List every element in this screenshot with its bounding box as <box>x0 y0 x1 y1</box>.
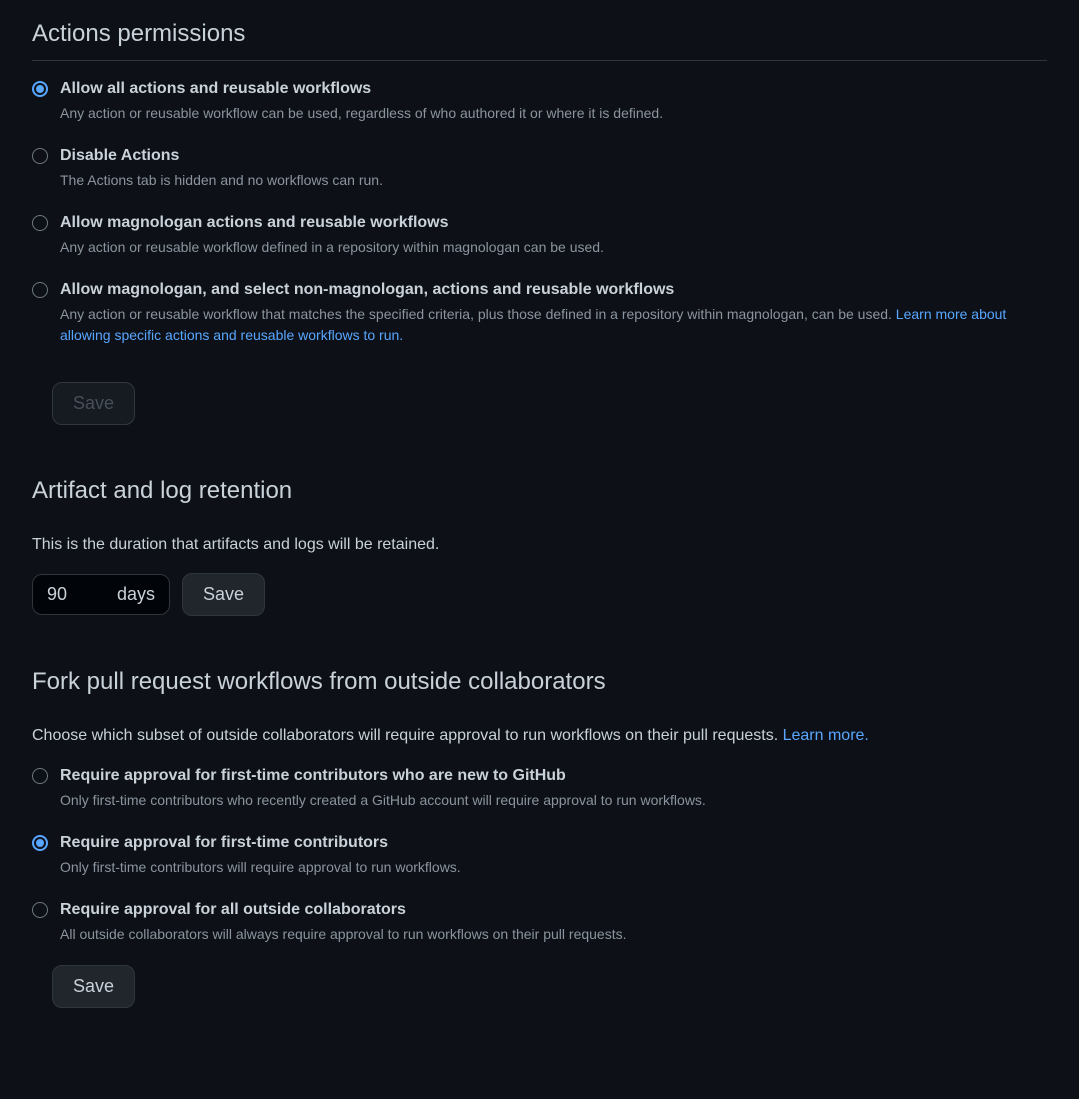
radio-desc: Any action or reusable workflow can be u… <box>60 103 1047 124</box>
fork-pr-radio-group: Require approval for first-time contribu… <box>32 764 1047 945</box>
radio-first-time-new[interactable]: Require approval for first-time contribu… <box>32 764 1047 811</box>
radio-disable-actions[interactable]: Disable Actions The Actions tab is hidde… <box>32 144 1047 191</box>
fork-pr-desc: Choose which subset of outside collabora… <box>32 724 1047 748</box>
retention-days-input[interactable] <box>47 584 87 605</box>
retention-title: Artifact and log retention <box>32 473 1047 517</box>
radio-label: Require approval for all outside collabo… <box>60 898 1047 922</box>
radio-label: Disable Actions <box>60 144 1047 168</box>
radio-input[interactable] <box>32 81 48 97</box>
save-button[interactable]: Save <box>52 965 135 1008</box>
radio-desc: All outside collaborators will always re… <box>60 924 1047 945</box>
radio-allow-all[interactable]: Allow all actions and reusable workflows… <box>32 77 1047 124</box>
radio-input[interactable] <box>32 282 48 298</box>
radio-label: Allow magnologan actions and reusable wo… <box>60 211 1047 235</box>
radio-input[interactable] <box>32 768 48 784</box>
radio-allow-org[interactable]: Allow magnologan actions and reusable wo… <box>32 211 1047 258</box>
fork-pr-title: Fork pull request workflows from outside… <box>32 664 1047 708</box>
radio-label: Allow all actions and reusable workflows <box>60 77 1047 101</box>
retention-input-wrapper: days <box>32 574 170 615</box>
retention-input-row: days Save <box>32 573 1047 616</box>
radio-input[interactable] <box>32 148 48 164</box>
radio-desc: Only first-time contributors who recentl… <box>60 790 1047 811</box>
radio-input[interactable] <box>32 835 48 851</box>
radio-desc: Any action or reusable workflow that mat… <box>60 304 1047 346</box>
retention-desc: This is the duration that artifacts and … <box>32 533 1047 557</box>
actions-permissions-title: Actions permissions <box>32 16 1047 61</box>
save-button[interactable]: Save <box>52 382 135 425</box>
radio-all-outside[interactable]: Require approval for all outside collabo… <box>32 898 1047 945</box>
fork-pr-section: Fork pull request workflows from outside… <box>32 664 1047 1008</box>
learn-more-link[interactable]: Learn more. <box>783 727 869 744</box>
radio-desc: Any action or reusable workflow defined … <box>60 237 1047 258</box>
radio-input[interactable] <box>32 902 48 918</box>
radio-label: Allow magnologan, and select non-magnolo… <box>60 278 1047 302</box>
retention-days-suffix: days <box>117 581 155 608</box>
retention-section: Artifact and log retention This is the d… <box>32 473 1047 616</box>
radio-allow-select[interactable]: Allow magnologan, and select non-magnolo… <box>32 278 1047 346</box>
save-button[interactable]: Save <box>182 573 265 616</box>
actions-permissions-section: Actions permissions Allow all actions an… <box>32 16 1047 425</box>
radio-label: Require approval for first-time contribu… <box>60 831 1047 855</box>
radio-label: Require approval for first-time contribu… <box>60 764 1047 788</box>
radio-desc: Only first-time contributors will requir… <box>60 857 1047 878</box>
actions-permissions-radio-group: Allow all actions and reusable workflows… <box>32 77 1047 346</box>
radio-first-time[interactable]: Require approval for first-time contribu… <box>32 831 1047 878</box>
radio-input[interactable] <box>32 215 48 231</box>
radio-desc: The Actions tab is hidden and no workflo… <box>60 170 1047 191</box>
